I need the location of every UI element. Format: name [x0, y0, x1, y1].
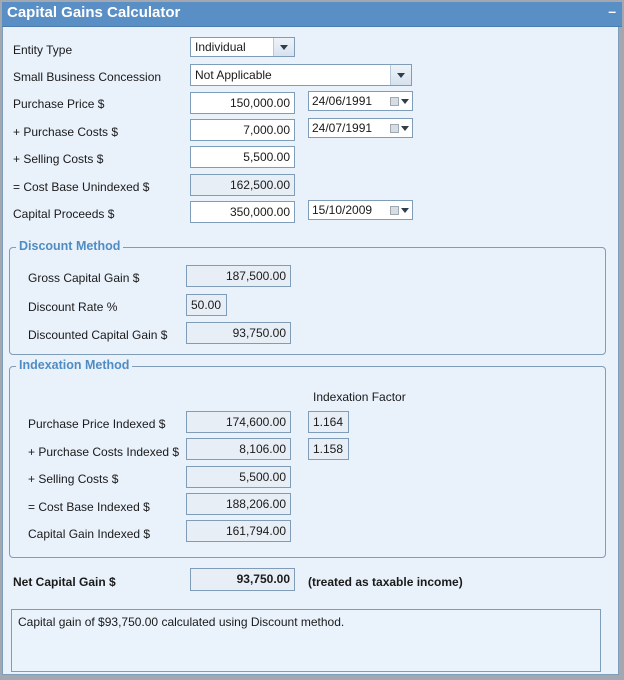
net-capital-gain-value: 93,750.00: [190, 568, 295, 591]
capital-gain-indexed-value: 161,794.00: [186, 520, 291, 542]
purchase-date-value: 24/06/1991: [312, 94, 373, 108]
purchase-costs-indexed-label: + Purchase Costs Indexed $: [28, 445, 180, 459]
proceeds-date-value: 15/10/2009: [312, 203, 373, 217]
discounted-capital-gain-value: 93,750.00: [186, 322, 291, 344]
discount-rate-value: 50.00: [186, 294, 227, 316]
purchase-price-indexed-label: Purchase Price Indexed $: [28, 417, 166, 431]
window-title: Capital Gains Calculator: [7, 4, 181, 21]
calendar-icon[interactable]: [390, 206, 399, 215]
entity-type-dropdown-button[interactable]: [273, 38, 294, 56]
entity-type-label: Entity Type: [13, 43, 73, 57]
cost-base-unindexed-label: = Cost Base Unindexed $: [13, 180, 150, 194]
cost-base-indexed-value: 188,206.00: [186, 493, 291, 515]
calendar-icon[interactable]: [390, 97, 399, 106]
purchase-costs-date-picker[interactable]: 24/07/1991: [308, 118, 413, 138]
small-business-concession-dropdown-button[interactable]: [390, 65, 411, 85]
chevron-down-icon[interactable]: [401, 208, 409, 213]
purchase-price-input[interactable]: 150,000.00: [190, 92, 295, 114]
summary-text: Capital gain of $93,750.00 calculated us…: [18, 615, 345, 629]
capital-gain-indexed-label: Capital Gain Indexed $: [28, 527, 151, 541]
purchase-costs-factor-value: 1.158: [308, 438, 349, 460]
gross-capital-gain-value: 187,500.00: [186, 265, 291, 287]
chevron-down-icon: [397, 72, 405, 78]
purchase-costs-indexed-value: 8,106.00: [186, 438, 291, 460]
gross-capital-gain-label: Gross Capital Gain $: [28, 271, 140, 285]
summary-textbox: Capital gain of $93,750.00 calculated us…: [11, 609, 601, 672]
purchase-date-picker[interactable]: 24/06/1991: [308, 91, 413, 111]
small-business-concession-label: Small Business Concession: [13, 70, 162, 84]
discounted-capital-gain-label: Discounted Capital Gain $: [28, 328, 168, 342]
chevron-down-icon[interactable]: [401, 99, 409, 104]
purchase-price-factor-value: 1.164: [308, 411, 349, 433]
title-bar: Capital Gains Calculator –: [2, 2, 622, 27]
small-business-concession-value: Not Applicable: [195, 68, 272, 82]
cost-base-unindexed-value: 162,500.00: [190, 174, 295, 196]
chevron-down-icon[interactable]: [401, 126, 409, 131]
purchase-price-indexed-value: 174,600.00: [186, 411, 291, 433]
proceeds-date-picker[interactable]: 15/10/2009: [308, 200, 413, 220]
selling-costs-input[interactable]: 5,500.00: [190, 146, 295, 168]
purchase-costs-input[interactable]: 7,000.00: [190, 119, 295, 141]
small-business-concession-select[interactable]: Not Applicable: [190, 64, 412, 86]
purchase-price-label: Purchase Price $: [13, 97, 105, 111]
chevron-down-icon: [280, 44, 288, 50]
purchase-costs-label: + Purchase Costs $: [13, 125, 119, 139]
net-capital-gain-label: Net Capital Gain $: [13, 575, 116, 589]
selling-costs-label: + Selling Costs $: [13, 152, 104, 166]
cost-base-indexed-label: = Cost Base Indexed $: [28, 500, 150, 514]
entity-type-value: Individual: [195, 40, 246, 54]
entity-type-select[interactable]: Individual: [190, 37, 295, 57]
purchase-costs-date-value: 24/07/1991: [312, 121, 373, 135]
discount-rate-label: Discount Rate %: [28, 300, 118, 314]
indexed-selling-costs-value: 5,500.00: [186, 466, 291, 488]
minimize-icon[interactable]: –: [608, 3, 616, 19]
indexation-factor-header: Indexation Factor: [313, 390, 406, 404]
indexation-method-title: Indexation Method: [16, 358, 133, 372]
taxable-income-note: (treated as taxable income): [308, 575, 463, 589]
indexed-selling-costs-label: + Selling Costs $: [28, 472, 119, 486]
discount-method-title: Discount Method: [16, 239, 124, 253]
calendar-icon[interactable]: [390, 124, 399, 133]
capital-proceeds-input[interactable]: 350,000.00: [190, 201, 295, 223]
capital-proceeds-label: Capital Proceeds $: [13, 207, 115, 221]
